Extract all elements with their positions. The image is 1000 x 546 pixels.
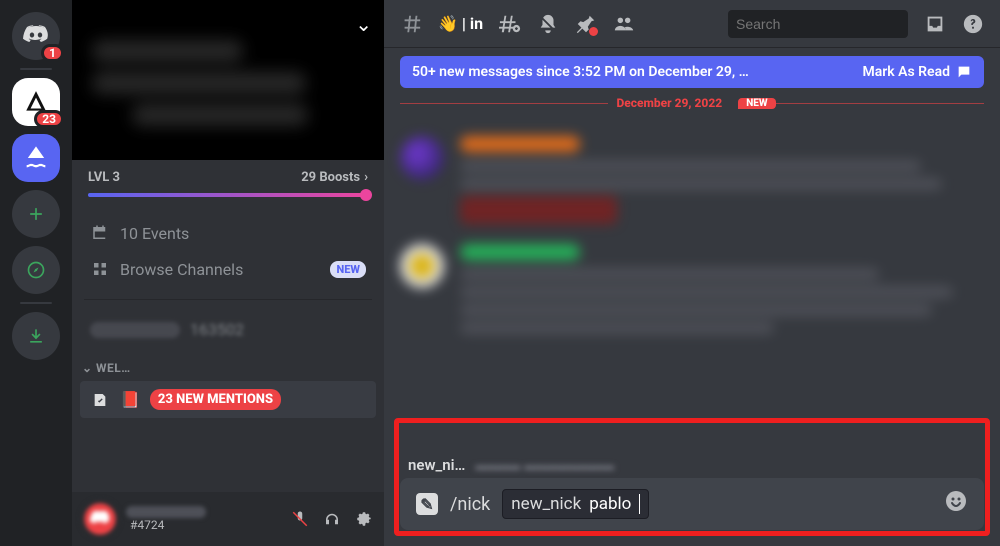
server-rail: 1 23 <box>0 0 72 546</box>
server-header[interactable]: ⌄ <box>72 0 384 160</box>
boost-progress <box>88 193 368 197</box>
rules-icon <box>90 390 110 410</box>
username-blurred <box>460 136 580 152</box>
boat-icon <box>22 144 50 172</box>
message-input-area: ✎ /nick new_nick pablo <box>400 478 984 530</box>
user-avatar[interactable] <box>80 499 120 539</box>
param-value: pablo <box>589 494 631 514</box>
compass-icon <box>26 260 46 280</box>
blurred-label <box>90 322 180 338</box>
server-level: LVL 3 <box>88 170 120 185</box>
param-name: new_nick <box>511 494 581 514</box>
server-item-active[interactable] <box>12 134 60 182</box>
notifications-button[interactable] <box>537 13 559 35</box>
events-item[interactable]: 10 Events <box>80 215 376 251</box>
server-badge: 23 <box>34 110 64 128</box>
date-divider: December 29, 2022 NEW <box>400 96 984 110</box>
chevron-right-icon: › <box>364 170 368 185</box>
mark-read-icon <box>956 64 972 80</box>
settings-button[interactable] <box>352 507 376 531</box>
member-count-row: 163502 <box>80 312 376 347</box>
user-discriminator: #4724 <box>130 518 206 532</box>
bell-muted-icon <box>537 13 559 35</box>
text-cursor <box>639 494 640 514</box>
user-panel: #4724 <box>72 492 384 546</box>
plus-icon <box>26 204 46 224</box>
inbox-button[interactable] <box>924 13 946 35</box>
avatar[interactable] <box>400 244 444 288</box>
message-item <box>400 244 984 340</box>
new-badge: NEW <box>330 261 366 278</box>
members-button[interactable] <box>613 13 635 35</box>
main-area: 👋 | in 50+ new messages since 3:52 PM on… <box>384 0 1000 546</box>
channel-header: 👋 | in <box>384 0 1000 48</box>
browse-channels-item[interactable]: Browse Channels NEW <box>80 251 376 287</box>
unread-text: 50+ new messages since 3:52 PM on Decemb… <box>412 64 749 80</box>
chevron-down-icon[interactable]: ⌄ <box>355 12 372 36</box>
boost-count: 29 Boosts <box>301 170 360 185</box>
param-hint-label: new_ni… <box>408 456 465 474</box>
user-info[interactable]: #4724 <box>126 506 206 532</box>
pinned-button[interactable] <box>575 13 597 35</box>
book-icon: 📕 <box>120 390 140 409</box>
calendar-icon <box>90 223 110 243</box>
hash-grid-icon <box>90 259 110 279</box>
mentions-badge: 23 NEW MENTIONS <box>150 389 281 410</box>
download-icon <box>26 326 46 346</box>
search-input[interactable] <box>736 16 917 32</box>
emoji-button[interactable] <box>944 489 968 519</box>
help-icon <box>962 13 984 35</box>
emoji-icon <box>944 489 968 513</box>
events-label: 10 Events <box>120 224 189 243</box>
add-server-button[interactable] <box>12 190 60 238</box>
browse-label: Browse Channels <box>120 260 243 279</box>
gear-icon <box>355 510 373 528</box>
pin-indicator <box>589 27 598 36</box>
chevron-down-icon: ⌄ <box>82 361 93 375</box>
mute-mic-button[interactable] <box>288 507 312 531</box>
help-button[interactable] <box>962 13 984 35</box>
boost-bar[interactable]: LVL 3 29 Boosts › <box>72 160 384 211</box>
mark-as-read-label: Mark As Read <box>862 64 950 80</box>
deafen-button[interactable] <box>320 507 344 531</box>
avatar[interactable] <box>400 136 444 180</box>
rail-separator <box>20 302 52 304</box>
message-input[interactable]: ✎ /nick new_nick pablo <box>400 478 984 530</box>
command-hint: new_ni… ▬▬▬ ▬▬▬▬▬▬ <box>384 450 1000 474</box>
download-button[interactable] <box>12 312 60 360</box>
command-icon: ✎ <box>416 493 438 515</box>
server-banner-blurred <box>92 40 344 140</box>
server-item[interactable]: 23 <box>12 78 60 126</box>
home-button[interactable]: 1 <box>12 12 60 60</box>
hash-icon <box>400 13 422 35</box>
inbox-icon <box>924 13 946 35</box>
message-item <box>400 136 984 230</box>
search-box[interactable] <box>728 10 908 38</box>
message-list[interactable] <box>384 118 1000 450</box>
rail-separator <box>20 68 52 70</box>
new-indicator: NEW <box>738 98 775 109</box>
headphones-icon <box>323 510 341 528</box>
channel-name: 👋 | in <box>438 14 483 33</box>
threads-icon <box>499 13 521 35</box>
username-blurred <box>460 244 580 260</box>
member-count: 163502 <box>190 320 244 339</box>
unread-bar[interactable]: 50+ new messages since 3:52 PM on Decemb… <box>400 56 984 88</box>
command-param[interactable]: new_nick pablo <box>502 489 649 519</box>
mark-as-read-button[interactable]: Mark As Read <box>862 64 972 80</box>
username-blurred <box>126 506 206 518</box>
channel-item[interactable]: 📕 23 NEW MENTIONS <box>80 381 376 418</box>
home-badge: 1 <box>41 44 64 62</box>
divider <box>84 299 372 300</box>
threads-button[interactable] <box>499 13 521 35</box>
category-name: WEL… <box>96 361 131 375</box>
mic-muted-icon <box>291 510 309 528</box>
slash-command: /nick <box>450 494 490 515</box>
channel-sidebar: ⌄ LVL 3 29 Boosts › 10 Events Browse Cha… <box>72 0 384 546</box>
date-label: December 29, 2022 <box>608 96 730 110</box>
explore-button[interactable] <box>12 246 60 294</box>
category-header[interactable]: ⌄ WEL… <box>72 351 384 377</box>
people-icon <box>613 13 635 35</box>
param-hint-desc-blurred: ▬▬▬ ▬▬▬▬▬▬ <box>475 456 614 474</box>
